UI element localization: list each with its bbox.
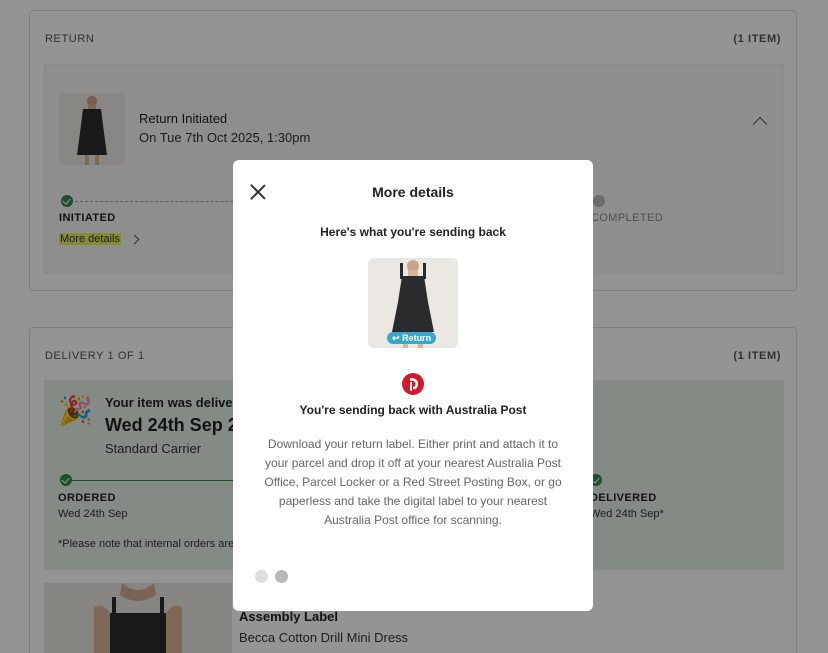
return-badge: ↩ Return	[387, 332, 437, 344]
pager	[255, 570, 288, 583]
pager-dot[interactable]	[255, 570, 268, 583]
modal-title: More details	[372, 184, 454, 200]
more-details-modal: More details Here's what you're sending …	[233, 160, 593, 611]
australia-post-logo	[402, 373, 424, 395]
sending-back-heading: Here's what you're sending back	[320, 225, 506, 239]
return-badge-label: Return	[402, 333, 432, 343]
return-arrow-icon: ↩	[392, 333, 400, 343]
return-instructions: Download your return label. Either print…	[264, 437, 562, 527]
pager-dot-active[interactable]	[275, 570, 288, 583]
return-item-image: ↩ Return	[368, 258, 458, 348]
carrier-heading: You're sending back with Australia Post	[299, 403, 527, 417]
